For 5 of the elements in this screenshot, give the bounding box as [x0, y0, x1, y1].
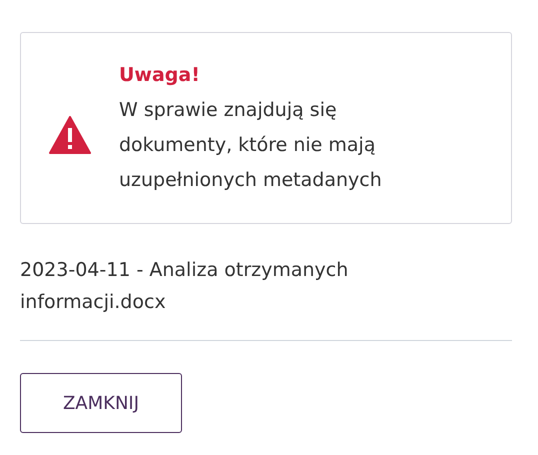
- close-button[interactable]: ZAMKNIJ: [20, 373, 182, 433]
- alert-title: Uwaga!: [119, 63, 201, 88]
- document-name: 2023-04-11 - Analiza otrzymanych informacji.docx: [20, 258, 350, 315]
- alert-message: W sprawie znajdują się dokumenty, które nie mają uzupełnionych metadanych: [119, 98, 383, 193]
- warning-icon: [49, 116, 91, 154]
